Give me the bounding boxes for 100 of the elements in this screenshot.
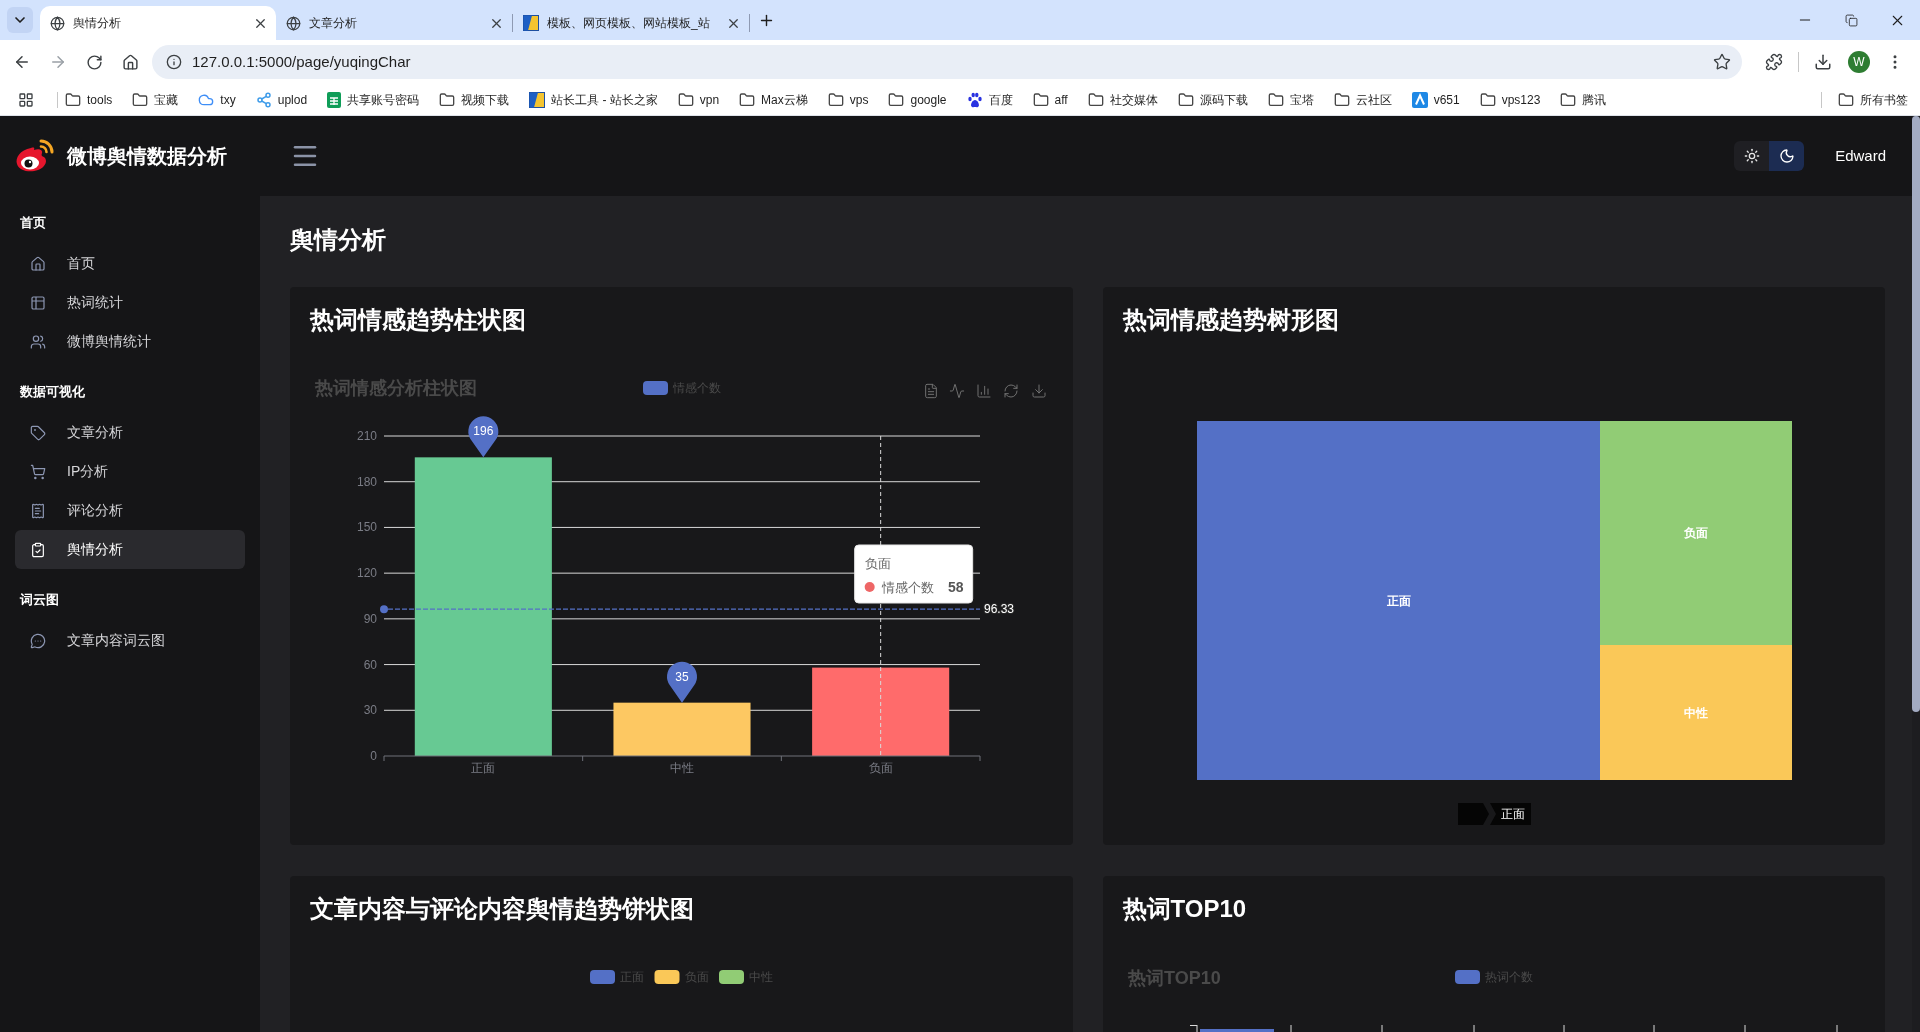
- bookmark-item[interactable]: 云社区: [1327, 86, 1398, 113]
- y-axis-label: 120: [356, 566, 377, 581]
- x-axis-label: 负面: [868, 761, 893, 775]
- y-axis-label: 30: [363, 703, 377, 718]
- folder-icon: [1267, 91, 1284, 108]
- chart-bar[interactable]: [613, 702, 751, 756]
- sidebar-item[interactable]: 文章内容词云图: [15, 621, 245, 660]
- sidebar-item[interactable]: 热词统计: [15, 283, 245, 322]
- tab-list-button[interactable]: [7, 7, 33, 33]
- sidebar-section-label: 首页: [20, 214, 46, 232]
- user-name[interactable]: Edward: [1835, 144, 1886, 168]
- paw-icon: [966, 91, 983, 108]
- reload-icon[interactable]: [85, 53, 103, 71]
- light-mode-button[interactable]: [1734, 141, 1770, 171]
- receipt-icon: [30, 502, 46, 519]
- treemap-tile[interactable]: [1196, 421, 1600, 780]
- bookmark-item[interactable]: 宝藏: [126, 86, 185, 113]
- sidebar-section-label: 数据可视化: [20, 383, 85, 401]
- bookmark-item[interactable]: uplod: [249, 86, 314, 113]
- sidebar-item[interactable]: IP分析: [15, 452, 245, 491]
- bookmark-item[interactable]: 共享账号密码: [321, 86, 426, 113]
- clipboard-check-icon: [30, 541, 46, 558]
- star-icon[interactable]: [1713, 53, 1731, 71]
- bookmark-item[interactable]: 百度: [960, 86, 1019, 113]
- y-axis-label: 150: [356, 520, 377, 535]
- line-chart-icon[interactable]: [950, 384, 964, 398]
- bookmark-item[interactable]: tools: [59, 86, 119, 113]
- annotation: 196: [473, 424, 494, 439]
- folder-icon: [1479, 91, 1496, 108]
- bookmark-item[interactable]: vps: [821, 86, 875, 113]
- tile-icon: [529, 91, 546, 108]
- legend-swatch-icon[interactable]: [1454, 970, 1480, 984]
- restore-icon[interactable]: [1844, 13, 1858, 27]
- legend-swatch-icon[interactable]: [643, 381, 668, 395]
- bookmark-item[interactable]: google: [882, 86, 953, 113]
- sidebar-item[interactable]: 舆情分析: [15, 530, 245, 569]
- sidebar-item[interactable]: 微博舆情统计: [15, 322, 245, 361]
- treemap-tile[interactable]: [1599, 645, 1792, 780]
- spreadsheet-icon: [327, 91, 342, 108]
- apps-icon[interactable]: [18, 91, 34, 108]
- folder-icon: [1560, 91, 1577, 108]
- moon-icon: [1778, 148, 1795, 164]
- bookmark-item[interactable]: 社交媒体: [1081, 86, 1164, 113]
- scrollbar-thumb[interactable]: [1912, 116, 1920, 712]
- bookmark-item[interactable]: 腾讯: [1554, 86, 1613, 113]
- globe-icon: [50, 15, 65, 31]
- treemap-tile[interactable]: [1599, 421, 1792, 645]
- tooltip-title: 负面: [864, 556, 891, 571]
- bookmark-item[interactable]: 所有书签: [1832, 86, 1914, 113]
- sidebar-section-label: 词云图: [20, 591, 59, 609]
- bookmark-item[interactable]: vpn: [671, 86, 726, 113]
- cart-icon: [30, 463, 46, 480]
- bookmark-item[interactable]: 源码下载: [1171, 86, 1254, 113]
- value-pin: 196: [468, 416, 499, 458]
- y-axis-label: 90: [363, 611, 377, 626]
- treemap-label: 负面: [1683, 526, 1708, 540]
- refresh-icon[interactable]: [1005, 385, 1017, 397]
- bar-chart-icon[interactable]: [978, 385, 990, 397]
- info-icon[interactable]: [166, 54, 182, 70]
- y-axis-label: 60: [363, 657, 377, 672]
- page-title: 舆情分析: [290, 225, 386, 255]
- legend-swatch-icon[interactable]: [719, 970, 744, 984]
- folder-icon: [132, 91, 149, 108]
- bookmark-item[interactable]: aff: [1026, 86, 1074, 113]
- sidebar-item[interactable]: 首页: [15, 244, 245, 283]
- line-start-dot-icon: [380, 605, 388, 614]
- dark-mode-button[interactable]: [1769, 141, 1805, 171]
- y-axis-label: 180: [356, 474, 377, 489]
- legend-swatch-icon[interactable]: [590, 970, 615, 984]
- browser-tab[interactable]: 模板、网页模板、网站模板_站: [513, 6, 749, 40]
- breadcrumb-item[interactable]: 正面: [1489, 803, 1531, 825]
- sun-icon: [1743, 148, 1760, 164]
- legend-swatch-icon[interactable]: [654, 970, 680, 984]
- forward-icon[interactable]: [49, 53, 67, 71]
- bookmark-item[interactable]: Max云梯: [733, 86, 814, 113]
- card-title: 热词TOP10: [1122, 894, 1247, 924]
- app-title: 微博舆情数据分析: [67, 144, 227, 169]
- data-view-icon[interactable]: [925, 384, 937, 398]
- x-axis-label: 中性: [670, 761, 694, 775]
- sidebar-item[interactable]: 文章分析: [15, 413, 245, 452]
- address-bar[interactable]: 127.0.0.1:5000/page/yuqingChar: [152, 45, 1742, 79]
- bookmark-item[interactable]: 视频下载: [433, 86, 516, 113]
- extensions-icon[interactable]: [1765, 53, 1783, 71]
- folder-icon: [1333, 91, 1350, 108]
- bookmark-item[interactable]: 宝塔: [1261, 86, 1320, 113]
- download-icon[interactable]: [1814, 53, 1832, 71]
- home-icon[interactable]: [121, 53, 139, 71]
- bookmark-item[interactable]: txy: [192, 86, 242, 113]
- sidebar-item[interactable]: 评论分析: [15, 491, 245, 530]
- folder-icon: [1087, 91, 1104, 108]
- profile-button[interactable]: W: [1848, 51, 1870, 73]
- browser-tab[interactable]: 文章分析: [276, 6, 512, 40]
- bookmark-item[interactable]: v651: [1405, 86, 1466, 113]
- bookmark-item[interactable]: 站长工具 - 站长之家: [523, 86, 664, 113]
- value-pin: 35: [667, 661, 697, 703]
- chevron-tile-icon: [1411, 91, 1428, 108]
- back-icon[interactable]: [13, 53, 31, 71]
- bookmark-item[interactable]: vps123: [1473, 86, 1547, 113]
- nodes-icon: [255, 91, 272, 108]
- browser-tab[interactable]: 舆情分析: [40, 6, 276, 40]
